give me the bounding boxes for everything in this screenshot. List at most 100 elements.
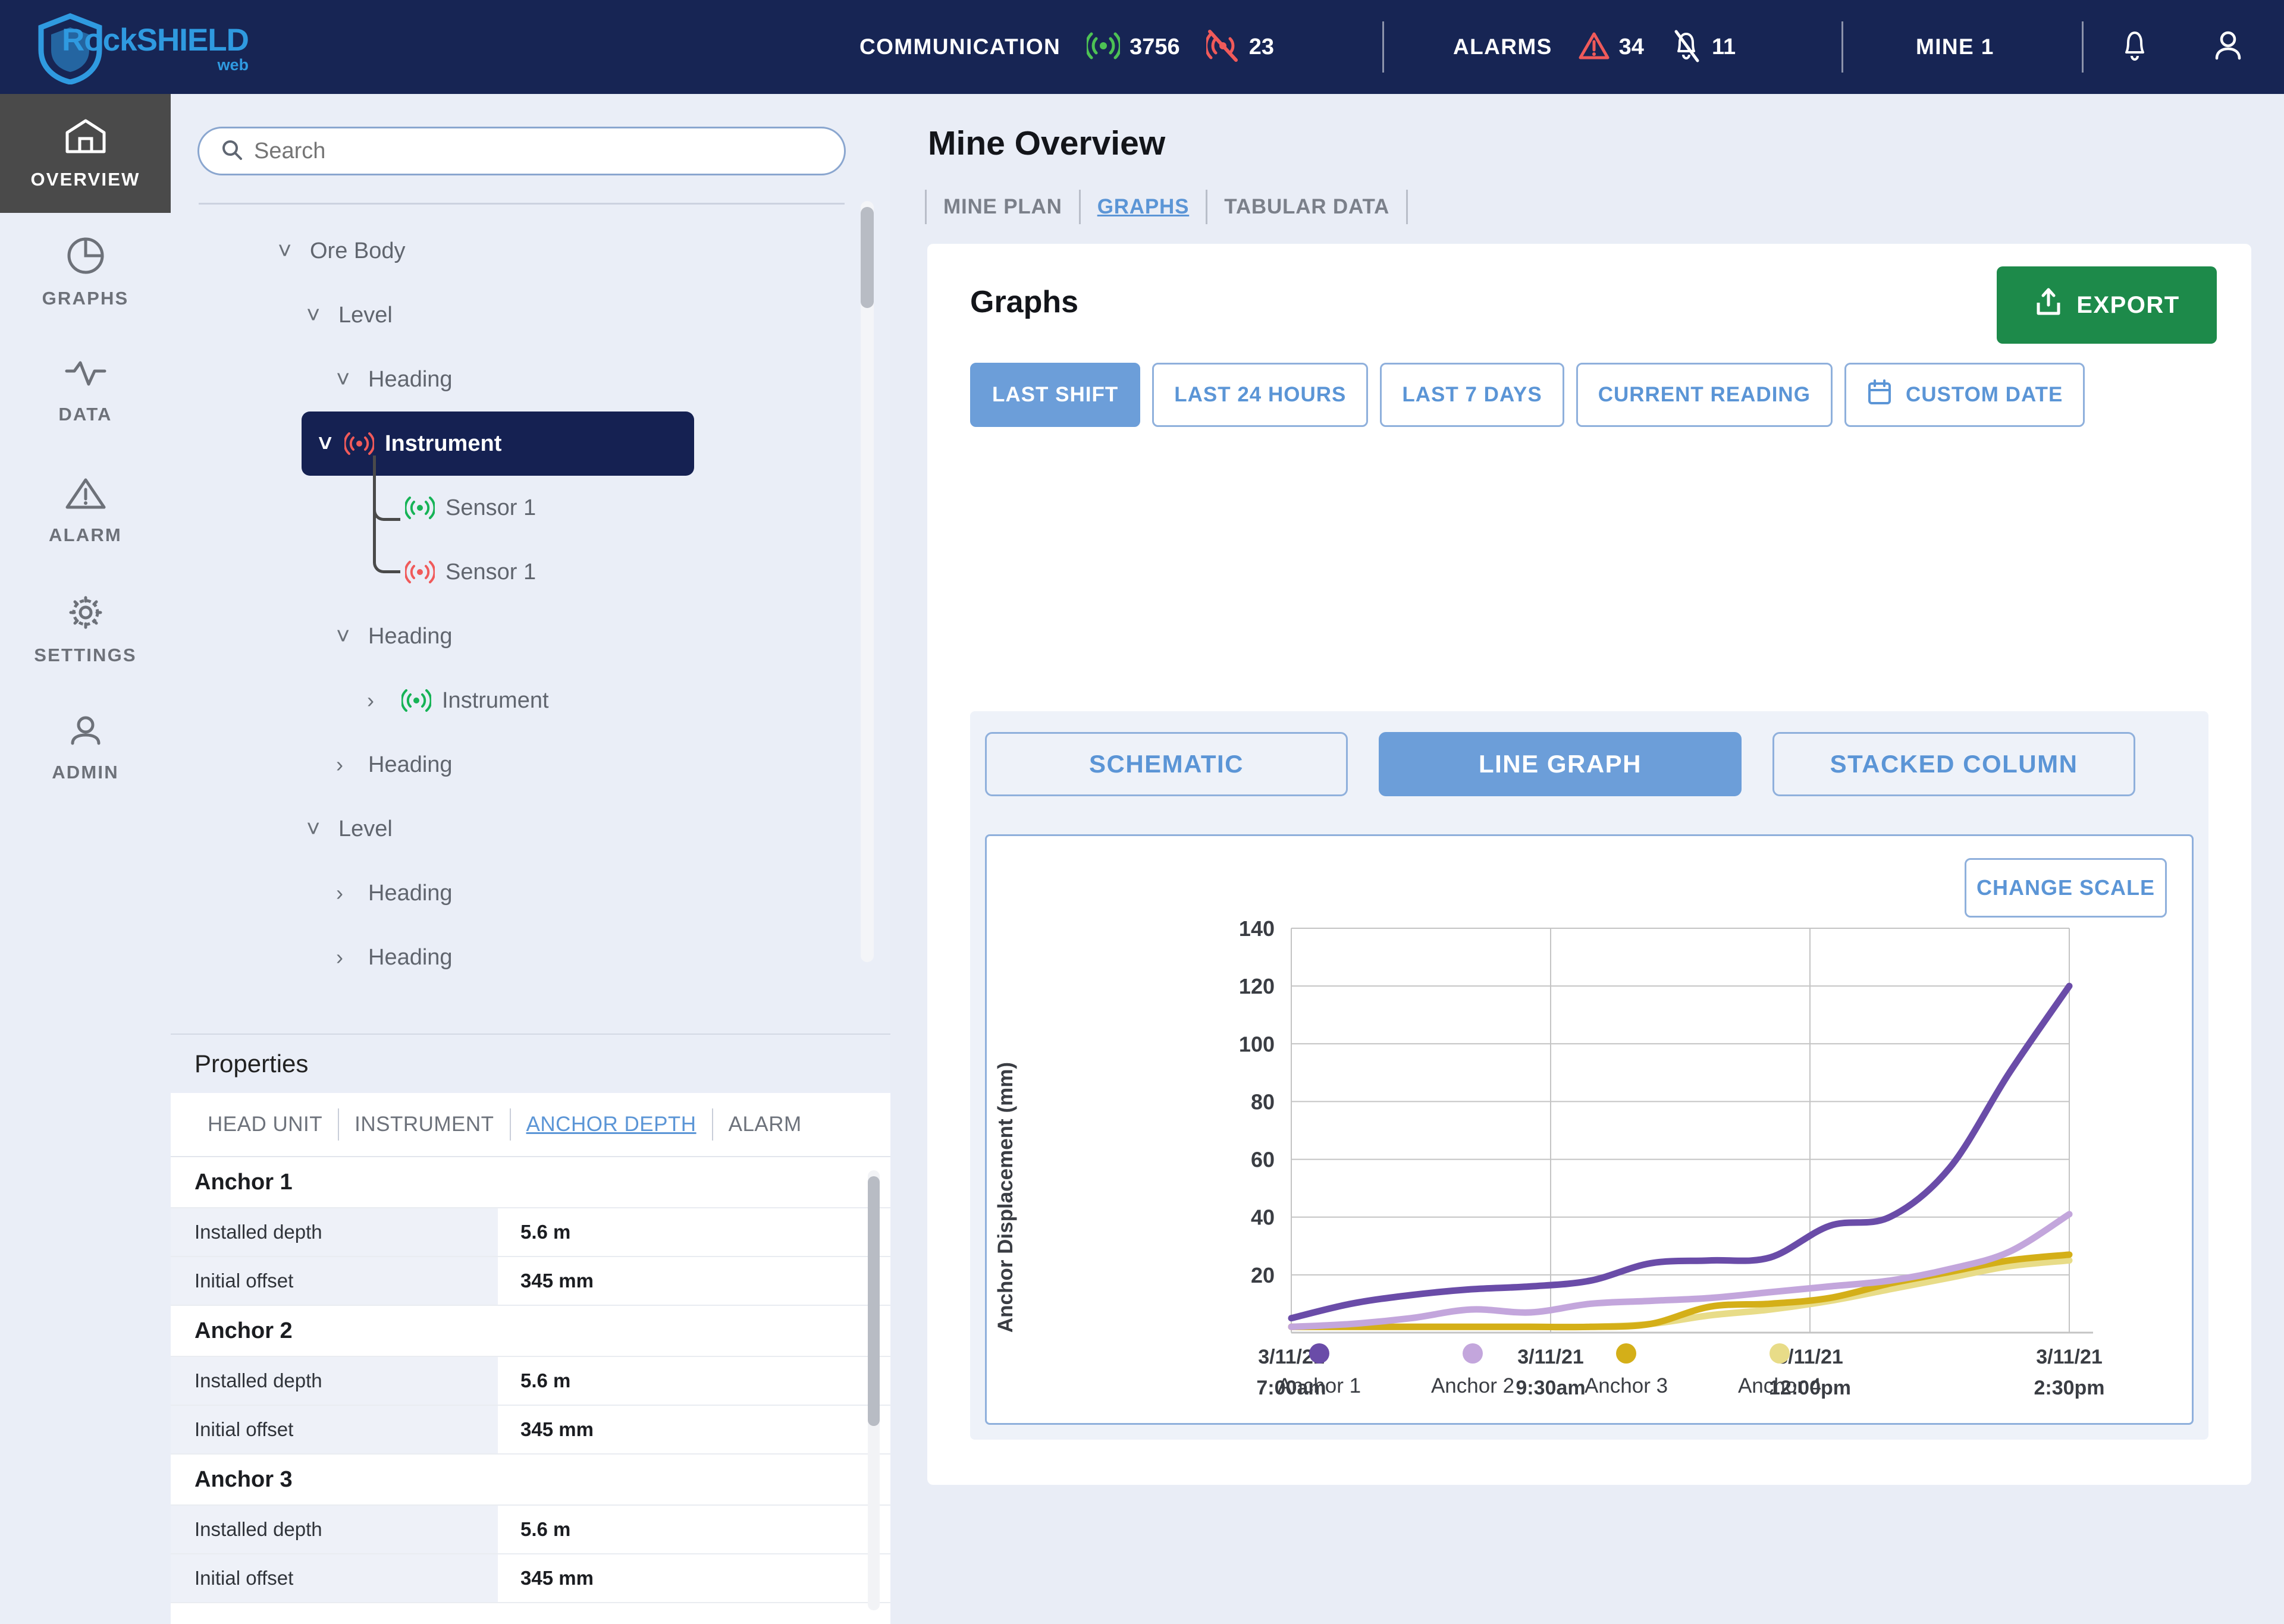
range-last-24-hours[interactable]: LAST 24 HOURS	[1152, 363, 1369, 427]
table-row: Initial offset 345 mm	[171, 1257, 890, 1306]
tree-node-heading-3[interactable]: › Heading	[171, 733, 890, 797]
graph-tab-line-graph[interactable]: LINE GRAPH	[1379, 732, 1742, 796]
chevron-down-icon[interactable]: ˅	[278, 238, 302, 265]
range-last-7-days[interactable]: LAST 7 DAYS	[1380, 363, 1564, 427]
line-chart: 204060801001201403/11/217:00am3/11/219:3…	[1239, 916, 2105, 1399]
card-title: Graphs	[970, 285, 1079, 319]
chevron-right-icon[interactable]: ›	[336, 752, 360, 777]
communication-group: COMMUNICATION 3756 23	[859, 29, 1274, 65]
chevron-down-icon[interactable]: ˅	[306, 816, 330, 843]
tab-alarm[interactable]: ALARM	[713, 1113, 817, 1136]
tree-node-label: Sensor 1	[445, 559, 537, 585]
legend-item[interactable]: Anchor 4	[1703, 1343, 1856, 1398]
signal-online-icon	[1085, 30, 1122, 64]
graph-tab-stacked-column[interactable]: STACKED COLUMN	[1772, 732, 2135, 796]
sidebar-rail: OVERVIEW GRAPHS DATA ALARM SETTINGS ADMI…	[0, 94, 171, 1624]
export-button[interactable]: EXPORT	[1997, 266, 2217, 344]
app-logo[interactable]: RockSHIELD web	[37, 13, 249, 85]
communication-offline-count: 23	[1248, 34, 1274, 59]
properties-table: Anchor 1 Installed depth 5.6 m Initial o…	[171, 1157, 890, 1603]
chevron-down-icon[interactable]: ˅	[336, 366, 360, 393]
tree-node-heading-2[interactable]: ˅ Heading	[171, 604, 890, 668]
property-value: 5.6 m	[498, 1506, 890, 1553]
divider	[1382, 21, 1384, 73]
tab-mine-plan[interactable]: MINE PLAN	[927, 195, 1079, 219]
mine-selector[interactable]: MINE 1	[1916, 34, 1994, 59]
tree-node-heading-5[interactable]: › Heading	[171, 925, 890, 986]
notifications-bell-icon[interactable]	[2117, 27, 2152, 67]
alarms-muted[interactable]: 11	[1670, 29, 1736, 66]
chevron-down-icon[interactable]: ˅	[318, 431, 342, 457]
properties-scrollbar-thumb[interactable]	[868, 1176, 880, 1426]
table-row: Initial offset 345 mm	[171, 1406, 890, 1455]
sidebar-item-data[interactable]: DATA	[0, 332, 171, 451]
tab-head-unit[interactable]: HEAD UNIT	[192, 1113, 338, 1136]
property-group-header: Anchor 2	[171, 1306, 890, 1357]
tree-node-label: Instrument	[442, 687, 549, 713]
tree-node-ore-body[interactable]: ˅ Ore Body	[171, 219, 890, 283]
tree-node-instrument-selected[interactable]: ˅ Instrument	[302, 412, 694, 476]
sidebar-item-overview[interactable]: OVERVIEW	[0, 94, 171, 213]
tree-node-label: Level	[338, 816, 393, 841]
svg-text:140: 140	[1239, 916, 1275, 941]
search-box[interactable]	[197, 127, 846, 175]
tree-node-label: Heading	[368, 880, 453, 906]
chevron-right-icon[interactable]: ›	[336, 945, 360, 970]
tree-node-label: Heading	[368, 366, 453, 392]
graph-tab-schematic[interactable]: SCHEMATIC	[985, 732, 1348, 796]
alarms-muted-count: 11	[1711, 34, 1736, 59]
bell-off-icon	[1670, 29, 1702, 66]
legend-label: Anchor 2	[1430, 1374, 1515, 1397]
chevron-down-icon[interactable]: ˅	[336, 623, 360, 650]
chevron-down-icon[interactable]: ˅	[306, 302, 330, 329]
user-account-icon[interactable]	[2211, 27, 2245, 67]
property-key: Initial offset	[171, 1554, 498, 1602]
tree-node-sensor-1b[interactable]: Sensor 1	[171, 509, 890, 604]
tree-scrollbar-track[interactable]	[861, 201, 874, 962]
signal-green-icon	[403, 495, 437, 521]
legend-item[interactable]: Anchor 3	[1549, 1343, 1703, 1398]
chart-legend: Anchor 1 Anchor 2 Anchor 3 Anchor 4	[1243, 1343, 1856, 1398]
chevron-right-icon[interactable]: ›	[336, 881, 360, 906]
tab-anchor-depth[interactable]: ANCHOR DEPTH	[511, 1113, 712, 1136]
graph-type-tabs: SCHEMATIC LINE GRAPH STACKED COLUMN	[985, 732, 2135, 796]
communication-online[interactable]: 3756	[1085, 30, 1180, 64]
range-custom-date[interactable]: CUSTOM DATE	[1844, 363, 2085, 427]
sidebar-item-alarm[interactable]: ALARM	[0, 451, 171, 570]
signal-green-icon	[399, 687, 434, 714]
svg-text:60: 60	[1251, 1148, 1275, 1172]
tree-node-heading-1[interactable]: ˅ Heading	[171, 347, 890, 412]
chevron-right-icon[interactable]: ›	[367, 688, 391, 713]
legend-item[interactable]: Anchor 1	[1243, 1343, 1396, 1398]
table-row: Initial offset 345 mm	[171, 1554, 890, 1603]
tab-graphs[interactable]: GRAPHS	[1081, 195, 1206, 219]
table-row: Installed depth 5.6 m	[171, 1357, 890, 1406]
search-input[interactable]	[254, 138, 789, 164]
tab-tabular-data[interactable]: TABULAR DATA	[1207, 195, 1406, 219]
tree-node-label: Heading	[368, 623, 453, 649]
communication-offline[interactable]: 23	[1204, 29, 1274, 65]
tree-node-instrument-2[interactable]: › Instrument	[171, 668, 890, 733]
alarms-active[interactable]: 34	[1579, 31, 1644, 64]
sidebar-item-label: GRAPHS	[42, 287, 129, 309]
tree-node-level-1[interactable]: ˅ Level	[171, 283, 890, 347]
sidebar-item-graphs[interactable]: GRAPHS	[0, 213, 171, 332]
legend-item[interactable]: Anchor 2	[1396, 1343, 1549, 1398]
user-icon	[64, 714, 108, 752]
sidebar-item-settings[interactable]: SETTINGS	[0, 570, 171, 689]
graphs-card: Graphs EXPORT LAST SHIFT LAST 24 HOURS L…	[927, 244, 2251, 1485]
tab-instrument[interactable]: INSTRUMENT	[339, 1113, 509, 1136]
tree-node-heading-4[interactable]: › Heading	[171, 861, 890, 925]
range-current-reading[interactable]: CURRENT READING	[1576, 363, 1833, 427]
tree-scrollbar-thumb[interactable]	[861, 207, 874, 308]
range-last-shift[interactable]: LAST SHIFT	[970, 363, 1141, 427]
property-key: Initial offset	[171, 1257, 498, 1305]
signal-red-icon	[403, 559, 437, 585]
property-group-header: Anchor 1	[171, 1157, 890, 1208]
sidebar-item-admin[interactable]: ADMIN	[0, 689, 171, 808]
tree-node-level-2[interactable]: ˅ Level	[171, 797, 890, 861]
divider	[1841, 21, 1843, 73]
tree-node-sensor-1a[interactable]: Sensor 1	[171, 456, 890, 540]
export-label: EXPORT	[2076, 291, 2180, 318]
property-group-header: Anchor 3	[171, 1455, 890, 1506]
